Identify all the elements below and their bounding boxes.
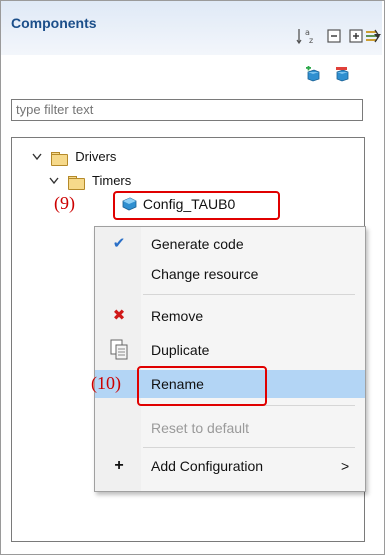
highlight-box-rename	[137, 366, 267, 406]
menu-item-label: Remove	[151, 308, 204, 324]
plus-icon: +	[114, 457, 124, 474]
collapse-all-icon[interactable]	[325, 27, 343, 45]
menu-item-label: Duplicate	[151, 342, 210, 358]
menu-item-label: Generate code	[151, 236, 244, 252]
duplicate-icon	[109, 339, 129, 369]
svg-text:z: z	[309, 36, 313, 45]
menu-item-reset-to-default: Reset to default	[95, 415, 365, 441]
expand-all-icon[interactable]	[347, 27, 365, 45]
menu-separator	[143, 447, 355, 448]
tree-item-label: Drivers	[75, 149, 117, 164]
menu-item-label: Reset to default	[151, 420, 250, 436]
highlight-box-config	[113, 191, 280, 220]
menu-item-remove[interactable]: ✖ Remove	[95, 303, 365, 329]
chevron-down-icon[interactable]	[32, 148, 46, 168]
tree-item-drivers[interactable]: Drivers	[32, 147, 116, 167]
panel-title: Components	[11, 15, 97, 31]
folder-open-icon	[67, 175, 85, 190]
menu-item-duplicate[interactable]: Duplicate	[95, 337, 365, 363]
tree-item-label: Timers	[92, 173, 132, 188]
remove-icon: ✖	[112, 307, 126, 324]
view-menu-icon[interactable]	[372, 27, 382, 45]
add-component-icon[interactable]	[305, 65, 320, 82]
menu-separator	[143, 294, 355, 295]
step-label-10: (10)	[91, 373, 121, 393]
context-menu: ✔ Generate code Change resource ✖ Remove…	[94, 226, 366, 492]
checkmark-icon: ✔	[112, 235, 126, 252]
sort-alphabetical-icon[interactable]: a z	[296, 27, 318, 45]
step-label-9: (9)	[54, 193, 75, 213]
menu-item-change-resource[interactable]: Change resource	[95, 261, 365, 287]
menu-item-label: Change resource	[151, 266, 259, 282]
remove-component-icon[interactable]	[334, 66, 349, 82]
menu-item-generate-code[interactable]: ✔ Generate code	[95, 231, 365, 257]
folder-open-icon	[50, 151, 68, 166]
submenu-arrow-icon: >	[341, 458, 350, 474]
tree-item-timers[interactable]: Timers	[49, 171, 131, 191]
chevron-down-icon[interactable]	[49, 172, 63, 192]
filter-input[interactable]	[11, 99, 363, 121]
menu-item-label: Add Configuration	[151, 458, 264, 474]
menu-item-add-configuration[interactable]: + Add Configuration >	[95, 453, 365, 479]
